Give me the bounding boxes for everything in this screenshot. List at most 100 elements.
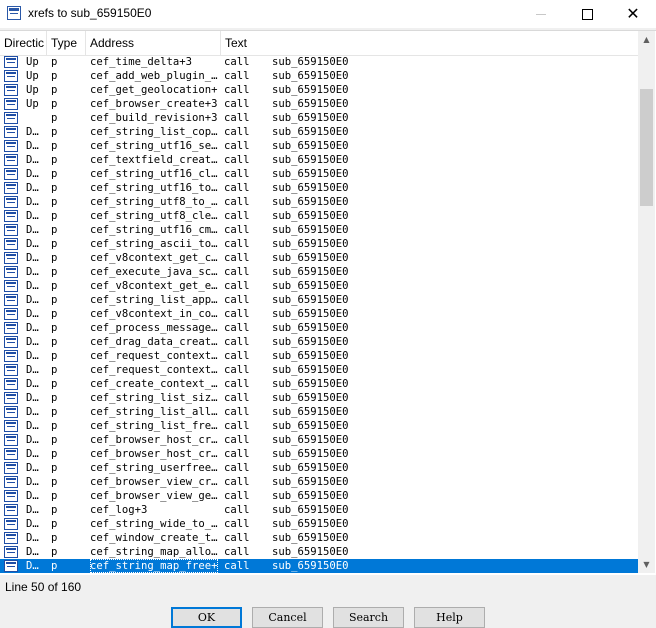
table-row[interactable]: D… p cef_string_utf16_se… call sub_659150E0: [0, 139, 638, 153]
address-cell: cef_build_revision+3: [90, 112, 218, 124]
direction-cell: D…: [26, 476, 39, 488]
table-row[interactable]: Up p cef_time_delta+3 call sub_659150E0: [0, 55, 638, 69]
column-header-type[interactable]: Type: [47, 31, 85, 55]
address-cell: cef_add_web_plugin_…: [90, 70, 218, 82]
maximize-button[interactable]: [564, 0, 610, 28]
xref-entry-icon: [4, 196, 18, 208]
table-row[interactable]: D… p cef_v8context_in_co… call sub_659150E0: [0, 307, 638, 321]
direction-cell: D…: [26, 504, 39, 516]
instruction-cell: call: [224, 168, 250, 180]
xref-entry-icon: [4, 420, 18, 432]
instruction-cell: call: [224, 98, 250, 110]
table-row[interactable]: D… p cef_string_utf16_cm… call sub_659150E0: [0, 223, 638, 237]
table-row[interactable]: Up p cef_get_geolocation+3 call sub_659150E0: [0, 83, 638, 97]
table-row[interactable]: D… p cef_v8context_get_e… call sub_659150E0: [0, 279, 638, 293]
help-button[interactable]: Help: [414, 607, 485, 628]
instruction-cell: call: [224, 182, 250, 194]
minimize-button[interactable]: [518, 0, 564, 28]
target-cell: sub_659150E0: [272, 140, 349, 152]
table-row[interactable]: D… p cef_window_create_t… call sub_659150E0: [0, 531, 638, 545]
table-row-selected[interactable]: D… p cef_string_map_free+3 call sub_659150E0: [0, 559, 638, 573]
table-row[interactable]: D… p cef_string_list_cop… call sub_659150E0: [0, 125, 638, 139]
table-row[interactable]: D… p cef_string_list_app… call sub_659150E0: [0, 293, 638, 307]
instruction-cell: call: [224, 56, 250, 68]
table-row[interactable]: D… p cef_browser_view_cr… call sub_659150E0: [0, 475, 638, 489]
table-row[interactable]: D… p cef_string_utf16_cl… call sub_659150E0: [0, 167, 638, 181]
address-cell: cef_string_list_siz…: [90, 392, 218, 404]
table-row[interactable]: D… p cef_string_list_all… call sub_659150E0: [0, 405, 638, 419]
table-row[interactable]: Up p cef_browser_create+3 call sub_659150E0: [0, 97, 638, 111]
address-cell: cef_string_utf8_to_…: [90, 196, 218, 208]
xref-entry-icon: [4, 126, 18, 138]
column-header-direction[interactable]: Directic: [0, 31, 46, 55]
target-cell: sub_659150E0: [272, 350, 349, 362]
table-row[interactable]: D… p cef_browser_view_ge… call sub_659150E0: [0, 489, 638, 503]
table-row[interactable]: D… p cef_textfield_creat… call sub_659150E0: [0, 153, 638, 167]
title-bar[interactable]: xrefs to sub_659150E0 ✕: [0, 0, 656, 28]
table-row[interactable]: D… p cef_log+3 call sub_659150E0: [0, 503, 638, 517]
table-row[interactable]: D… p cef_browser_host_cr… call sub_659150E0: [0, 433, 638, 447]
target-cell: sub_659150E0: [272, 392, 349, 404]
scroll-down-icon[interactable]: ▼: [638, 556, 655, 573]
table-row[interactable]: Up p cef_add_web_plugin_… call sub_659150E0: [0, 69, 638, 83]
table-row[interactable]: D… p cef_string_map_allo… call sub_659150E0: [0, 545, 638, 559]
xref-entry-icon: [4, 560, 18, 572]
instruction-cell: call: [224, 420, 250, 432]
address-cell: cef_browser_host_cr…: [90, 434, 218, 446]
type-cell: p: [51, 308, 58, 320]
vertical-scrollbar[interactable]: ▲ ▼: [638, 31, 655, 573]
table-row[interactable]: D… p cef_string_list_fre… call sub_659150E0: [0, 419, 638, 433]
target-cell: sub_659150E0: [272, 504, 349, 516]
direction-cell: D…: [26, 140, 39, 152]
search-button[interactable]: Search: [333, 607, 404, 628]
table-row[interactable]: D… p cef_string_userfree… call sub_659150E0: [0, 461, 638, 475]
column-header-address[interactable]: Address: [86, 31, 220, 55]
type-cell: p: [51, 224, 58, 236]
address-cell: cef_string_utf8_cle…: [90, 210, 218, 222]
cancel-button[interactable]: Cancel: [252, 607, 323, 628]
table-row[interactable]: D… p cef_string_wide_to_… call sub_659150E0: [0, 517, 638, 531]
type-cell: p: [51, 238, 58, 250]
table-row[interactable]: D… p cef_request_context… call sub_659150E0: [0, 349, 638, 363]
close-button[interactable]: ✕: [610, 0, 656, 28]
instruction-cell: call: [224, 252, 250, 264]
table-row[interactable]: D… p cef_string_utf16_to… call sub_659150E0: [0, 181, 638, 195]
xref-entry-icon: [4, 518, 18, 530]
target-cell: sub_659150E0: [272, 280, 349, 292]
instruction-cell: call: [224, 364, 250, 376]
table-row[interactable]: D… p cef_string_utf8_cle… call sub_659150E0: [0, 209, 638, 223]
instruction-cell: call: [224, 126, 250, 138]
scroll-thumb[interactable]: [640, 89, 653, 206]
address-cell: cef_string_utf16_to…: [90, 182, 218, 194]
target-cell: sub_659150E0: [272, 252, 349, 264]
table-row[interactable]: D… p cef_request_context… call sub_659150E0: [0, 363, 638, 377]
scroll-up-icon[interactable]: ▲: [638, 31, 655, 48]
direction-cell: Up: [26, 70, 39, 82]
table-row[interactable]: D… p cef_execute_java_sc… call sub_659150E0: [0, 265, 638, 279]
table-row[interactable]: D… p cef_string_list_siz… call sub_659150E0: [0, 391, 638, 405]
column-header-text[interactable]: Text: [221, 31, 521, 55]
instruction-cell: call: [224, 490, 250, 502]
direction-cell: D…: [26, 462, 39, 474]
direction-cell: D…: [26, 560, 39, 572]
table-row[interactable]: D… p cef_process_message… call sub_659150E0: [0, 321, 638, 335]
table-row[interactable]: p cef_build_revision+3 call sub_659150E0: [0, 111, 638, 125]
table-row[interactable]: D… p cef_string_ascii_to… call sub_659150E0: [0, 237, 638, 251]
table-row[interactable]: D… p cef_drag_data_creat… call sub_659150E0: [0, 335, 638, 349]
instruction-cell: call: [224, 308, 250, 320]
type-cell: p: [51, 336, 58, 348]
ok-button[interactable]: OK: [171, 607, 242, 628]
minimize-icon: [536, 13, 546, 15]
instruction-cell: call: [224, 462, 250, 474]
direction-cell: D…: [26, 532, 39, 544]
target-cell: sub_659150E0: [272, 560, 349, 572]
xref-entry-icon: [4, 392, 18, 404]
table-row[interactable]: D… p cef_browser_host_cr… call sub_659150E0: [0, 447, 638, 461]
xrefs-list[interactable]: Directic Type Address Text Up p cef_time_d…: [0, 30, 656, 575]
table-row[interactable]: D… p cef_v8context_get_c… call sub_659150E0: [0, 251, 638, 265]
table-row[interactable]: D… p cef_create_context_… call sub_659150E0: [0, 377, 638, 391]
direction-cell: D…: [26, 448, 39, 460]
table-row[interactable]: D… p cef_string_utf8_to_… call sub_659150E0: [0, 195, 638, 209]
address-cell: cef_browser_view_cr…: [90, 476, 218, 488]
list-header: Directic Type Address Text: [0, 31, 638, 56]
